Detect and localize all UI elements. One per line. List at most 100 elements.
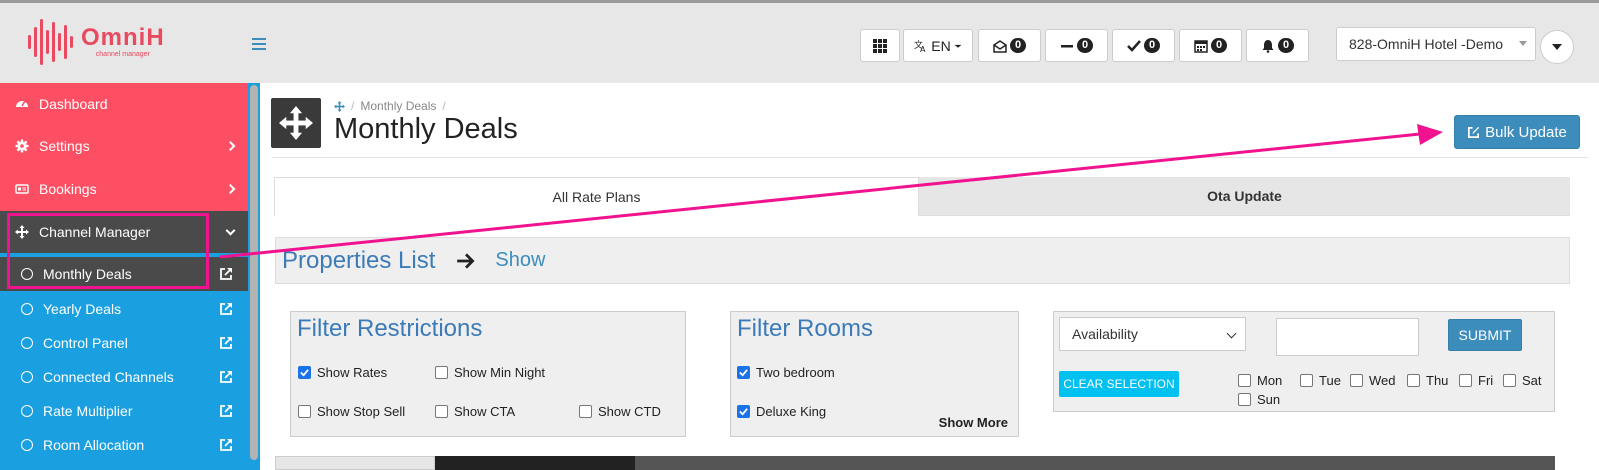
move-icon: [271, 98, 321, 148]
notifications-button[interactable]: 0: [1246, 29, 1309, 62]
circle-icon: [21, 303, 33, 315]
sidebar-item-label: Dashboard: [39, 96, 108, 112]
sidebar-scrollbar-thumb[interactable]: [250, 85, 258, 460]
checkbox-label: Show Stop Sell: [317, 404, 406, 419]
checkbox-icon: [1503, 374, 1516, 387]
confirmed-count: 0: [1143, 38, 1161, 53]
table-header-cell: [435, 456, 635, 470]
show-cta-checkbox[interactable]: Show CTA: [435, 404, 515, 419]
table-header-cell: [635, 456, 1555, 470]
day-checkbox-tue[interactable]: Tue: [1300, 373, 1341, 388]
minus-icon: [1060, 44, 1073, 47]
pending-button[interactable]: 0: [1045, 29, 1108, 62]
arrow-right-icon: [457, 252, 475, 269]
show-ctd-checkbox[interactable]: Show CTD: [579, 404, 661, 419]
main-content: / Monthly Deals / Monthly Deals Bulk Upd…: [260, 83, 1599, 470]
show-more-link[interactable]: Show More: [939, 415, 1008, 430]
sidebar-item-settings[interactable]: Settings: [0, 125, 248, 167]
sidebar-subitem-label: Connected Channels: [43, 369, 174, 385]
deluxe-king-checkbox[interactable]: Deluxe King: [737, 404, 826, 419]
annotation-highlight-box: [7, 213, 209, 289]
sidebar-subitem-connected-channels[interactable]: Connected Channels: [0, 360, 248, 394]
checkbox-icon: [1300, 374, 1313, 387]
caret-down-icon: [1519, 41, 1527, 46]
brand-logo[interactable]: OmniH channel manager: [28, 17, 165, 67]
calendar-icon: [1194, 39, 1208, 53]
checkbox-label: Wed: [1369, 373, 1396, 388]
show-stop-sell-checkbox[interactable]: Show Stop Sell: [298, 404, 405, 419]
value-input[interactable]: [1276, 318, 1419, 356]
dashboard-icon: [14, 96, 30, 112]
checkbox-icon: [1238, 374, 1251, 387]
top-bar: OmniH channel manager 文A EN 0 0 0 0 0 82…: [0, 0, 1599, 83]
bookings-icon: [14, 181, 30, 197]
bell-icon: [1262, 39, 1274, 53]
sidebar-subitem-yearly-deals[interactable]: Yearly Deals: [0, 292, 248, 326]
tab-ota-update[interactable]: Ota Update: [919, 177, 1570, 216]
day-checkbox-fri[interactable]: Fri: [1459, 373, 1493, 388]
clear-selection-button[interactable]: CLEAR SELECTION: [1059, 371, 1179, 397]
availability-select[interactable]: Availability: [1059, 317, 1246, 351]
availability-panel: Availability SUBMIT CLEAR SELECTION Mon …: [1053, 311, 1555, 412]
circle-icon: [21, 337, 33, 349]
day-checkbox-sat[interactable]: Sat: [1503, 373, 1542, 388]
external-link-icon: [220, 268, 232, 280]
checkbox-checked-icon: [737, 405, 750, 418]
sidebar-subitem-control-panel[interactable]: Control Panel: [0, 326, 248, 360]
day-checkbox-thu[interactable]: Thu: [1407, 373, 1448, 388]
sidebar-subitem-room-allocation[interactable]: Room Allocation: [0, 428, 248, 462]
checkbox-icon: [1459, 374, 1472, 387]
chevron-down-icon: [225, 225, 236, 236]
move-icon[interactable]: [334, 100, 345, 112]
checkbox-icon: [1238, 393, 1251, 406]
checkbox-label: Mon: [1257, 373, 1283, 388]
two-bedroom-checkbox[interactable]: Two bedroom: [737, 365, 835, 380]
sidebar-item-dashboard[interactable]: Dashboard: [0, 83, 248, 125]
day-checkbox-mon[interactable]: Mon: [1238, 373, 1282, 388]
hotel-select[interactable]: 828-OmniH Hotel -Demo: [1336, 27, 1536, 61]
sidebar-subitem-rate-multiplier[interactable]: Rate Multiplier: [0, 394, 248, 428]
checkbox-label: Fri: [1478, 373, 1494, 388]
confirmed-button[interactable]: 0: [1112, 29, 1175, 62]
gear-icon: [14, 138, 30, 154]
circle-icon: [21, 371, 33, 383]
checkbox-label: Show Min Night: [454, 365, 546, 380]
circle-icon: [21, 405, 33, 417]
bulk-update-button[interactable]: Bulk Update: [1454, 115, 1580, 149]
properties-list-bar: Properties List Show: [275, 237, 1570, 284]
language-button[interactable]: 文A EN: [903, 29, 973, 62]
check-icon: [1127, 39, 1141, 52]
submit-button[interactable]: SUBMIT: [1448, 319, 1522, 351]
checkbox-label: Thu: [1426, 373, 1449, 388]
checkbox-label: Sun: [1257, 392, 1281, 407]
user-menu-button[interactable]: [1540, 30, 1574, 64]
grid-icon: [873, 38, 887, 53]
calendar-button[interactable]: 0: [1179, 29, 1242, 62]
external-link-icon: [220, 439, 232, 451]
edit-icon: [1468, 126, 1480, 138]
filter-rooms-title: Filter Rooms: [737, 315, 874, 342]
sidebar-item-label: Bookings: [39, 181, 97, 197]
sidebar-subitem-label: Yearly Deals: [43, 301, 122, 317]
envelope-open-icon: [993, 39, 1007, 53]
messages-button[interactable]: 0: [978, 29, 1041, 62]
day-checkbox-sun[interactable]: Sun: [1238, 392, 1280, 407]
external-link-icon: [220, 405, 232, 417]
tab-all-rate-plans[interactable]: All Rate Plans: [274, 177, 919, 216]
filter-rooms-panel: Filter Rooms Two bedroom Deluxe King Sho…: [730, 311, 1019, 437]
checkbox-icon: [435, 366, 448, 379]
apps-grid-button[interactable]: [860, 29, 900, 62]
show-rates-checkbox[interactable]: Show Rates: [298, 365, 387, 380]
day-checkbox-wed[interactable]: Wed: [1350, 373, 1396, 388]
chevron-right-icon: [225, 141, 236, 151]
chevron-right-icon: [225, 184, 236, 194]
sidebar-item-bookings[interactable]: Bookings: [0, 167, 248, 211]
hamburger-menu-icon[interactable]: [252, 38, 266, 50]
properties-show-link[interactable]: Show: [495, 249, 545, 272]
filter-restrictions-title: Filter Restrictions: [297, 315, 483, 342]
checkbox-label: Sat: [1522, 373, 1542, 388]
filter-restrictions-panel: Filter Restrictions Show Rates Show Min …: [290, 311, 686, 437]
brand-subtitle: channel manager: [95, 51, 150, 58]
show-min-night-checkbox[interactable]: Show Min Night: [435, 365, 545, 380]
breadcrumb-item[interactable]: Monthly Deals: [360, 99, 436, 113]
